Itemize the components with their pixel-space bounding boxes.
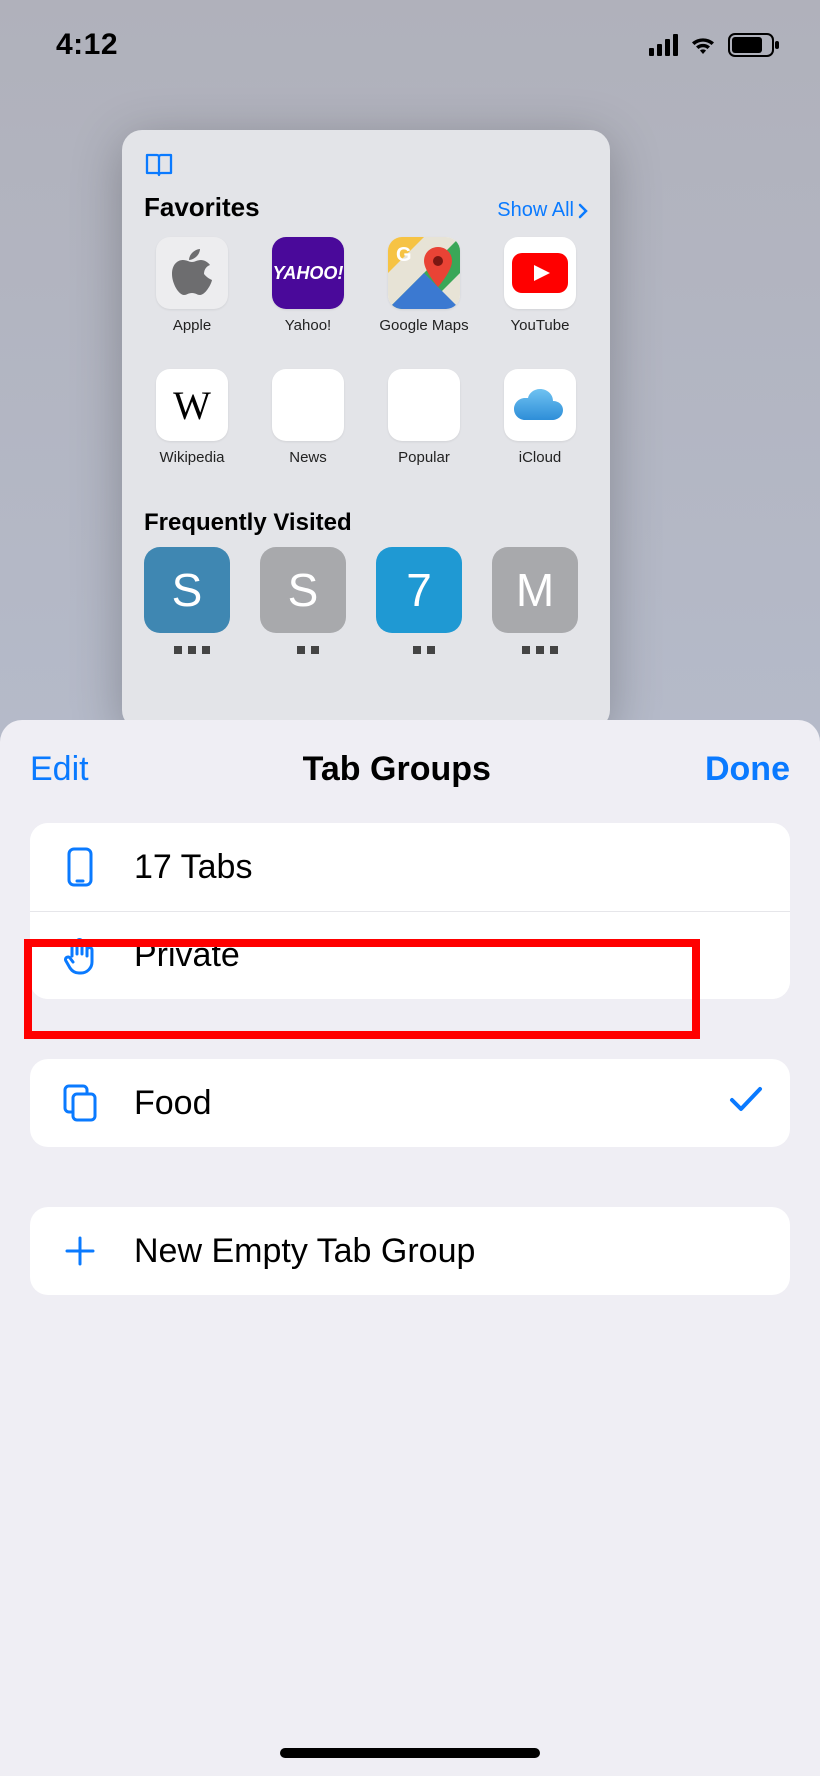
tabs-row[interactable]: 17 Tabs [30,823,790,911]
frequent-site[interactable]: S [144,547,240,659]
status-bar: 4:12 [0,0,820,80]
icloud-icon [504,369,576,441]
cellular-signal-icon [649,34,678,56]
new-tab-group-label: New Empty Tab Group [134,1232,764,1271]
svg-text:G: G [396,244,412,266]
favorite-popular[interactable]: Popular [376,369,472,483]
default-tabs-group: 17 Tabs Private [30,823,790,999]
show-all-label: Show All [497,199,574,222]
wifi-icon [688,34,718,56]
favorites-heading: Favorites [144,192,260,223]
favorite-wikipedia[interactable]: W Wikipedia [144,369,240,483]
frequent-site[interactable]: M [492,547,588,659]
new-tab-group-section: New Empty Tab Group [30,1207,790,1295]
frequent-label-redacted [376,641,472,659]
favorite-news[interactable]: News [260,369,356,483]
tabs-row-label: 17 Tabs [134,848,764,887]
private-row[interactable]: Private [30,911,790,999]
popular-folder-icon [388,369,460,441]
safari-start-page: Favorites Show All Apple YAHOO! Yahoo! [122,130,610,730]
favorite-label: Apple [173,317,211,351]
status-icons [649,33,780,57]
favorite-label: Yahoo! [285,317,331,351]
favorite-google-maps[interactable]: G Google Maps [376,237,472,351]
home-indicator[interactable] [280,1748,540,1758]
tab-group-label: Food [134,1084,728,1123]
youtube-icon [504,237,576,309]
sheet-header: Edit Tab Groups Done [0,720,820,813]
favorite-youtube[interactable]: YouTube [492,237,588,351]
private-row-label: Private [134,936,764,975]
yahoo-icon: YAHOO! [272,237,344,309]
news-folder-icon [272,369,344,441]
new-empty-tab-group-row[interactable]: New Empty Tab Group [30,1207,790,1295]
frequently-visited-grid: S S 7 M [144,547,588,659]
wikipedia-icon: W [156,369,228,441]
frequent-site[interactable]: S [260,547,356,659]
chevron-right-icon [578,203,588,219]
favorite-label: Wikipedia [159,449,224,483]
stacked-squares-icon [56,1083,104,1123]
bookmarks-icon[interactable] [144,152,588,178]
hand-icon [56,936,104,976]
favorite-label: YouTube [511,317,570,351]
favorite-icloud[interactable]: iCloud [492,369,588,483]
favorite-apple[interactable]: Apple [144,237,240,351]
favorites-grid: Apple YAHOO! Yahoo! G Google Maps [144,237,588,483]
apple-icon [156,237,228,309]
google-maps-icon: G [388,237,460,309]
status-time: 4:12 [56,28,118,62]
frequent-tile-icon: S [144,547,230,633]
frequently-visited-heading: Frequently Visited [144,509,588,537]
frequent-tile-icon: M [492,547,578,633]
favorite-label: News [289,449,327,483]
frequent-label-redacted [260,641,356,659]
favorite-label: iCloud [519,449,562,483]
frequent-tile-icon: 7 [376,547,462,633]
done-button[interactable]: Done [705,750,790,789]
frequent-label-redacted [144,641,240,659]
favorite-yahoo[interactable]: YAHOO! Yahoo! [260,237,356,351]
frequent-site[interactable]: 7 [376,547,472,659]
tab-groups-sheet: Edit Tab Groups Done 17 Tabs Private [0,720,820,1776]
frequent-tile-icon: S [260,547,346,633]
edit-button[interactable]: Edit [30,750,89,789]
sheet-title: Tab Groups [303,750,491,789]
plus-icon [56,1234,104,1268]
tab-group-food[interactable]: Food [30,1059,790,1147]
user-tab-groups: Food [30,1059,790,1147]
frequent-label-redacted [492,641,588,659]
battery-icon [728,33,780,57]
show-all-link[interactable]: Show All [497,199,588,222]
checkmark-icon [728,1084,764,1123]
favorite-label: Google Maps [379,317,468,351]
device-icon [56,847,104,887]
favorite-label: Popular [398,449,450,483]
